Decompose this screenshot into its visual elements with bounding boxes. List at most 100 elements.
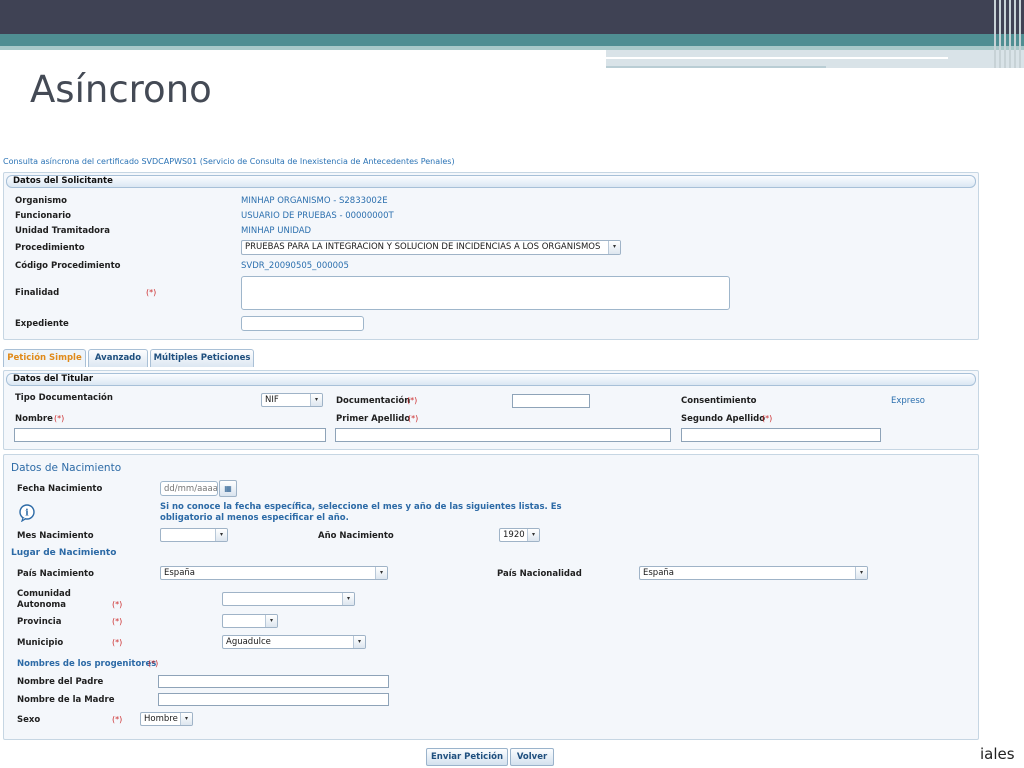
documentacion-required-marker: (*) [407,396,418,405]
organismo-label: Organismo [15,196,67,206]
madre-input[interactable] [158,693,389,706]
padre-input[interactable] [158,675,389,688]
procedimiento-select[interactable]: PRUEBAS PARA LA INTEGRACION Y SOLUCION D… [241,240,621,255]
chevron-down-icon[interactable]: ▾ [527,529,539,541]
documentacion-input[interactable] [512,394,590,408]
comunidad-required-marker: (*) [112,600,123,609]
sexo-label: Sexo [17,715,41,725]
progenitores-header: Nombres de los progenitores [17,659,157,669]
pais-nacimiento-value: España [164,568,195,578]
procedimiento-select-value: PRUEBAS PARA LA INTEGRACION Y SOLUCION D… [245,242,601,252]
volver-button[interactable]: Volver [510,748,554,766]
slide-decoration-line-2 [606,66,826,68]
codigo-procedimiento-label: Código Procedimiento [15,261,121,271]
sexo-value: Hombre [144,714,178,724]
provincia-select[interactable]: ▾ [222,614,278,628]
segundo-apellido-input[interactable] [681,428,881,442]
nombre-required-marker: (*) [54,414,65,423]
tab-multiples-peticiones[interactable]: Múltiples Peticiones [150,349,254,367]
sexo-select[interactable]: Hombre ▾ [140,712,193,726]
comunidad-autonoma-label-2: Autonoma [17,600,67,610]
fecha-nacimiento-note: Si no conoce la fecha específica, selecc… [160,502,562,523]
tipo-documentacion-label: Tipo Documentación [15,393,113,403]
chevron-down-icon[interactable]: ▾ [608,241,620,254]
provincia-label: Provincia [17,617,62,627]
slide-corner-text: iales [980,745,1015,763]
chevron-down-icon[interactable]: ▾ [342,593,354,605]
expediente-label: Expediente [15,319,69,329]
slide-header-teal-stripe [0,34,1024,46]
expediente-input[interactable] [241,316,364,331]
slide-decoration-stripes [994,0,1024,68]
panel-nacimiento [3,454,979,740]
chevron-down-icon[interactable]: ▾ [855,567,867,579]
chevron-down-icon[interactable]: ▾ [353,636,365,648]
tab-avanzado[interactable]: Avanzado [88,349,148,367]
chevron-down-icon[interactable]: ▾ [180,713,192,725]
municipio-required-marker: (*) [112,638,123,647]
fecha-nacimiento-input[interactable] [160,481,218,496]
nombre-label: Nombre [15,414,53,424]
procedimiento-label: Procedimiento [15,243,85,253]
municipio-label: Municipio [17,638,64,648]
pais-nacionalidad-value: España [643,568,674,578]
unidad-label: Unidad Tramitadora [15,226,110,236]
chevron-down-icon[interactable]: ▾ [215,529,227,541]
sexo-required-marker: (*) [112,715,123,724]
finalidad-input[interactable] [241,276,730,310]
organismo-value: MINHAP ORGANISMO - S2833002E [241,196,388,206]
mes-nacimiento-label: Mes Nacimiento [17,531,94,541]
chevron-down-icon[interactable]: ▾ [310,394,322,406]
consentimiento-value[interactable]: Expreso [891,396,925,406]
panel-solicitante: Datos del Solicitante [3,172,979,340]
tipo-documentacion-select[interactable]: NIF ▾ [261,393,323,407]
unidad-value: MINHAP UNIDAD [241,226,312,236]
nacimiento-header: Datos de Nacimiento [11,462,122,474]
fecha-nacimiento-label: Fecha Nacimiento [17,484,103,494]
chevron-down-icon[interactable]: ▾ [265,615,277,627]
tab-peticion-simple[interactable]: Petición Simple [3,349,86,367]
pais-nacimiento-select[interactable]: España ▾ [160,566,388,580]
slide-header-band [0,0,1024,34]
primer-apellido-label: Primer Apellido [336,414,411,424]
codigo-procedimiento-value: SVDR_20090505_000005 [241,261,349,271]
pais-nacimiento-label: País Nacimiento [17,569,94,579]
segundo-apellido-required-marker: (*) [762,414,773,423]
svg-text:i: i [25,509,29,519]
pais-nacionalidad-select[interactable]: España ▾ [639,566,868,580]
comunidad-autonoma-select[interactable]: ▾ [222,592,355,606]
form-caption: Consulta asíncrona del certificado SVDCA… [3,157,455,166]
funcionario-value: USUARIO DE PRUEBAS - 00000000T [241,211,394,221]
chevron-down-icon[interactable]: ▾ [375,567,387,579]
anio-nacimiento-value: 1920 [503,530,525,540]
provincia-required-marker: (*) [112,617,123,626]
primer-apellido-input[interactable] [335,428,671,442]
info-icon: i [19,504,35,522]
mes-nacimiento-select[interactable]: ▾ [160,528,228,542]
panel-titular-header: Datos del Titular [6,373,976,386]
padre-label: Nombre del Padre [17,677,104,687]
anio-nacimiento-label: Año Nacimiento [318,531,394,541]
progenitores-required-marker: (*) [148,659,159,668]
anio-nacimiento-select[interactable]: 1920 ▾ [499,528,540,542]
madre-label: Nombre de la Madre [17,695,115,705]
municipio-select[interactable]: Aguadulce ▾ [222,635,366,649]
comunidad-autonoma-label: Comunidad [17,589,71,599]
nombre-input[interactable] [14,428,326,442]
municipio-value: Aguadulce [226,637,271,647]
enviar-peticion-button[interactable]: Enviar Petición [426,748,508,766]
segundo-apellido-label: Segundo Apellido [681,414,766,424]
finalidad-required-marker: (*) [146,288,157,297]
finalidad-label: Finalidad [15,288,60,298]
calendar-icon[interactable]: ▦ [219,480,237,497]
panel-solicitante-header: Datos del Solicitante [6,175,976,188]
consentimiento-label: Consentimiento [681,396,757,406]
primer-apellido-required-marker: (*) [408,414,419,423]
slide-title: Asíncrono [30,68,212,111]
documentacion-label: Documentación [336,396,411,406]
funcionario-label: Funcionario [15,211,72,221]
lugar-nacimiento-header: Lugar de Nacimiento [11,548,117,558]
slide-decoration-line [606,57,948,59]
tipo-documentacion-value: NIF [265,395,279,405]
pais-nacionalidad-label: País Nacionalidad [497,569,582,579]
